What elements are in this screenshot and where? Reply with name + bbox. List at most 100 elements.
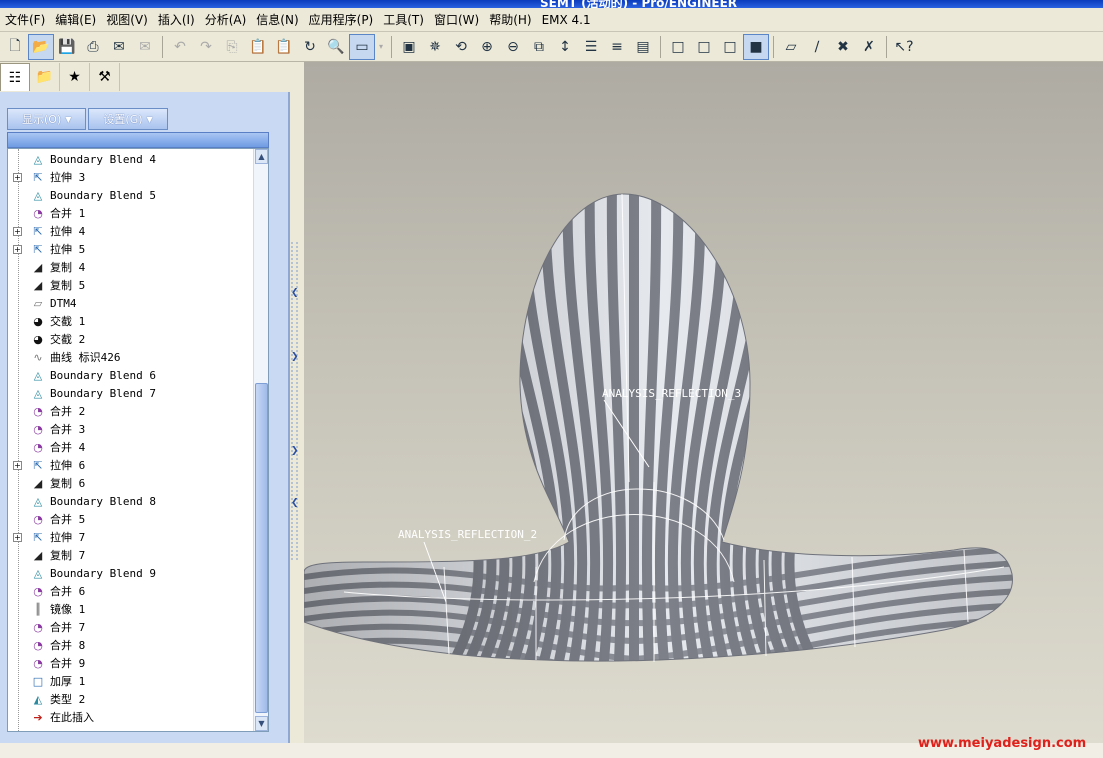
- layers-icon[interactable]: ≡: [604, 34, 630, 60]
- redo-icon[interactable]: ↷: [193, 34, 219, 60]
- spin-center-icon[interactable]: ✵: [422, 34, 448, 60]
- mail-attach-icon[interactable]: ✉: [132, 34, 158, 60]
- tree-row[interactable]: + ⇱ 拉伸 4: [8, 222, 254, 240]
- paste-special-icon[interactable]: 📋: [271, 34, 297, 60]
- expand-plus-icon[interactable]: +: [13, 532, 22, 542]
- no-hidden-icon[interactable]: □: [717, 34, 743, 60]
- undo-icon[interactable]: ↶: [167, 34, 193, 60]
- saved-views-icon[interactable]: ☰: [578, 34, 604, 60]
- tree-row[interactable]: ◢ 复制 7: [8, 546, 254, 564]
- tree-row[interactable]: ◢ 复制 5: [8, 276, 254, 294]
- refit-icon[interactable]: ⧉: [526, 34, 552, 60]
- menu-applications[interactable]: 应用程序(P): [304, 11, 379, 28]
- tree-row[interactable]: ◕ 交截 2: [8, 330, 254, 348]
- folder-browser-tab-icon[interactable]: 📁: [30, 63, 60, 91]
- new-file-icon[interactable]: 🗋: [2, 34, 28, 60]
- tree-row[interactable]: ◬ Boundary Blend 5: [8, 186, 254, 204]
- show-dropdown-button[interactable]: 显示(O) ▼: [7, 108, 87, 130]
- graphics-window[interactable]: ANALYSIS_REFLECTION_3 ANALYSIS_REFLECTIO…: [304, 62, 1103, 743]
- send-mail-icon[interactable]: ✉: [106, 34, 132, 60]
- tree-row[interactable]: + ⇱ 拉伸 7: [8, 528, 254, 546]
- panel-splitter[interactable]: ❮ ❯ ❯ ❮: [290, 62, 304, 743]
- context-help-icon[interactable]: ↖?: [891, 34, 917, 60]
- model-tree-tab-icon[interactable]: ☷: [0, 63, 30, 91]
- tree-row[interactable]: ◔ 合并 1: [8, 204, 254, 222]
- tree-row[interactable]: ◔ 合并 4: [8, 438, 254, 456]
- tree-row[interactable]: ◔ 合并 9: [8, 654, 254, 672]
- tree-row[interactable]: ◔ 合并 3: [8, 420, 254, 438]
- copy-icon[interactable]: ⎘: [219, 34, 245, 60]
- regenerate-icon[interactable]: ↻: [297, 34, 323, 60]
- tree-row[interactable]: ◬ Boundary Blend 6: [8, 366, 254, 384]
- tree-row[interactable]: ◬ Boundary Blend 9: [8, 564, 254, 582]
- favorites-tab-icon[interactable]: ★: [60, 63, 90, 91]
- tree-row[interactable]: ◔ 合并 6: [8, 582, 254, 600]
- view-manager-icon[interactable]: ▤: [630, 34, 656, 60]
- tree-row[interactable]: ◢ 复制 4: [8, 258, 254, 276]
- repaint-icon[interactable]: ▣: [396, 34, 422, 60]
- hidden-line-icon[interactable]: □: [691, 34, 717, 60]
- menu-view[interactable]: 视图(V): [101, 11, 153, 28]
- print-icon[interactable]: ⎙: [80, 34, 106, 60]
- selection-filter-icon[interactable]: ▭: [349, 33, 375, 60]
- tree-row[interactable]: ∿ 曲线 标识426: [8, 348, 254, 366]
- collapse-left-icon[interactable]: ❮: [291, 498, 299, 508]
- tree-row[interactable]: ◭ 类型 2: [8, 690, 254, 708]
- tree-row[interactable]: □ 加厚 1: [8, 672, 254, 690]
- tree-row[interactable]: ║ 镜像 1: [8, 600, 254, 618]
- zoom-in-icon[interactable]: ⊕: [474, 34, 500, 60]
- expand-plus-icon[interactable]: +: [13, 172, 22, 182]
- tree-row[interactable]: + ⇱ 拉伸 6: [8, 456, 254, 474]
- scroll-up-icon[interactable]: ▲: [255, 149, 268, 164]
- expand-plus-icon[interactable]: +: [13, 244, 22, 254]
- shading-icon[interactable]: ■: [743, 33, 769, 60]
- datum-points-icon[interactable]: ✖: [830, 34, 856, 60]
- wireframe-icon[interactable]: □: [665, 34, 691, 60]
- reorient-icon[interactable]: ↕: [552, 34, 578, 60]
- expand-right-icon[interactable]: ❯: [291, 446, 299, 456]
- tree-row[interactable]: + ⇱ 拉伸 5: [8, 240, 254, 258]
- tree-row[interactable]: ◬ Boundary Blend 7: [8, 384, 254, 402]
- tree-row[interactable]: + ⇱ 拉伸 3: [8, 168, 254, 186]
- collapse-left-icon[interactable]: ❮: [291, 288, 299, 298]
- settings-dropdown-button[interactable]: 设置(G) ▼: [88, 108, 168, 130]
- expand-plus-icon[interactable]: +: [13, 460, 22, 470]
- tree-row[interactable]: ➔ 在此插入: [8, 708, 254, 726]
- menu-tools[interactable]: 工具(T): [378, 11, 429, 28]
- menu-insert[interactable]: 插入(I): [153, 11, 200, 28]
- tree-row[interactable]: ◬ Boundary Blend 4: [8, 150, 254, 168]
- expand-right-icon[interactable]: ❯: [291, 352, 299, 362]
- menu-file[interactable]: 文件(F): [0, 11, 50, 28]
- scroll-down-icon[interactable]: ▼: [255, 716, 268, 731]
- menu-emx[interactable]: EMX 4.1: [537, 13, 596, 27]
- paste-icon[interactable]: 📋: [245, 34, 271, 60]
- datum-planes-icon[interactable]: ▱: [778, 34, 804, 60]
- open-file-icon[interactable]: 📂: [28, 33, 54, 60]
- tree-row[interactable]: ◔ 合并 5: [8, 510, 254, 528]
- tree-row[interactable]: ◔ 合并 7: [8, 618, 254, 636]
- tree-row[interactable]: ◢ 复制 6: [8, 474, 254, 492]
- tree-vertical-scrollbar[interactable]: ▲ ▼: [253, 149, 268, 731]
- menu-help[interactable]: 帮助(H): [484, 11, 536, 28]
- tree-row[interactable]: ◔ 合并 2: [8, 402, 254, 420]
- tree-row[interactable]: ◕ 交截 1: [8, 312, 254, 330]
- tree-row-label: Boundary Blend 7: [50, 386, 156, 400]
- zoom-out-icon[interactable]: ⊖: [500, 34, 526, 60]
- datum-axes-icon[interactable]: ∕: [804, 34, 830, 60]
- model-render[interactable]: ANALYSIS_REFLECTION_3 ANALYSIS_REFLECTIO…: [304, 62, 1103, 743]
- tree-row[interactable]: ▱ DTM4: [8, 294, 254, 312]
- menu-edit[interactable]: 编辑(E): [50, 11, 101, 28]
- coordinate-systems-icon[interactable]: ✗: [856, 34, 882, 60]
- connections-tab-icon[interactable]: ⚒: [90, 63, 120, 91]
- expand-plus-icon[interactable]: +: [13, 226, 22, 236]
- tree-row[interactable]: ◔ 合并 8: [8, 636, 254, 654]
- menu-analysis[interactable]: 分析(A): [200, 11, 252, 28]
- save-icon[interactable]: 💾: [54, 34, 80, 60]
- dropdown-arrow-icon[interactable]: ▾: [375, 34, 387, 60]
- menu-window[interactable]: 窗口(W): [429, 11, 484, 28]
- menu-info[interactable]: 信息(N): [251, 11, 303, 28]
- tree-row[interactable]: ◬ Boundary Blend 8: [8, 492, 254, 510]
- find-icon[interactable]: 🔍: [323, 34, 349, 60]
- orient-mode-icon[interactable]: ⟲: [448, 34, 474, 60]
- scrollbar-thumb[interactable]: [255, 383, 268, 713]
